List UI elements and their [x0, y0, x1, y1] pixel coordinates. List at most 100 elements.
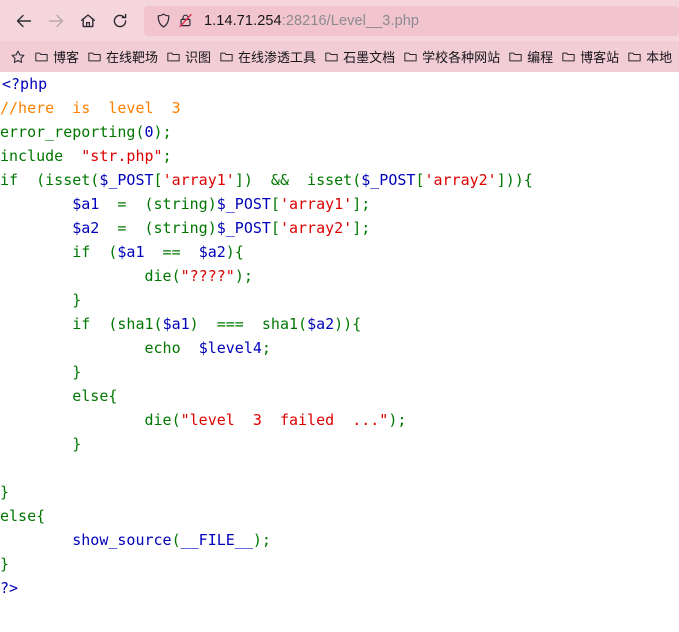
- source-token: }: [0, 291, 82, 309]
- source-token: $_POST: [361, 171, 416, 189]
- url-text: 1.14.71.254:28216/Level__3.php: [204, 13, 419, 29]
- source-token: 'array1': [162, 171, 235, 189]
- source-token: die(: [0, 267, 181, 285]
- source-token: $a1: [72, 195, 100, 213]
- source-token: ): [153, 123, 163, 141]
- source-token: "str.php": [72, 147, 163, 165]
- source-token: $level4: [198, 339, 262, 357]
- source-line: show_source(__FILE__);: [0, 531, 271, 549]
- back-arrow-icon: [15, 12, 33, 30]
- source-line: include "str.php";: [0, 147, 172, 165]
- source-token: if (sha1(: [0, 315, 163, 333]
- source-token: echo: [0, 339, 199, 357]
- source-line: $a1 = (string)$_POST['array1'];: [0, 195, 370, 213]
- source-token: ;: [261, 339, 271, 357]
- bookmark-label: 博客站: [580, 51, 620, 66]
- folder-icon: [87, 49, 102, 64]
- source-token: __FILE__: [180, 531, 253, 549]
- bookmark-item[interactable]: 在线靶场: [83, 45, 162, 69]
- source-token: die(: [0, 411, 181, 429]
- bookmark-item[interactable]: 学校各种网站: [399, 45, 504, 69]
- source-token: $_POST: [99, 171, 154, 189]
- source-token: include: [0, 147, 73, 165]
- source-line: }: [0, 435, 81, 453]
- source-token: (: [135, 123, 145, 141]
- source-token: 'array2': [424, 171, 497, 189]
- home-button[interactable]: [72, 5, 104, 37]
- source-token: $a2: [72, 219, 100, 237]
- source-line: error_reporting(0);: [0, 123, 172, 141]
- source-token: if (isset(: [0, 171, 100, 189]
- source-token: $a1: [117, 243, 145, 261]
- source-token: if (: [0, 243, 118, 261]
- bookmark-label: 博客: [53, 51, 80, 66]
- folder-icon: [508, 49, 523, 64]
- folder-icon: [627, 49, 642, 64]
- bookmark-item[interactable]: 博客: [30, 45, 83, 69]
- source-token: $_POST: [216, 195, 271, 213]
- folder-icon: [219, 49, 234, 64]
- back-button[interactable]: [8, 5, 40, 37]
- source-token: )){: [334, 315, 362, 333]
- source-token: [0, 195, 72, 213]
- folder-icon: [403, 49, 418, 64]
- source-token: );: [252, 531, 271, 549]
- bookmark-item[interactable]: 本地: [623, 45, 676, 69]
- source-token: else{: [0, 507, 46, 525]
- source-token: );: [388, 411, 407, 429]
- bookmark-label: 本地: [646, 51, 673, 66]
- source-token: }: [0, 483, 10, 501]
- php-source-listing: <?php //here is level 3 error_reporting(…: [0, 72, 533, 597]
- source-token: "????": [180, 267, 235, 285]
- source-token: 'array1': [279, 195, 353, 213]
- source-token: [: [270, 195, 280, 213]
- reload-button[interactable]: [104, 5, 136, 37]
- bookmark-item[interactable]: 识图: [162, 45, 215, 69]
- source-line: if ($a1 == $a2){: [0, 243, 244, 261]
- source-line: else{: [0, 387, 117, 405]
- source-token: ]) && isset(: [234, 171, 362, 189]
- source-token: $_POST: [216, 219, 271, 237]
- folder-icon: [34, 49, 49, 64]
- source-line: }: [0, 555, 9, 573]
- source-line: <?php: [2, 75, 47, 93]
- source-token: ;: [162, 147, 172, 165]
- source-line: if (sha1($a1) === sha1($a2)){: [0, 315, 361, 333]
- source-token: (: [171, 531, 181, 549]
- source-token: $a2: [198, 243, 226, 261]
- source-token: ?>: [0, 579, 19, 597]
- bookmark-item[interactable]: 博客站: [557, 45, 623, 69]
- bookmark-label: 在线靶场: [106, 51, 159, 66]
- source-line: if (isset($_POST['array1']) && isset($_P…: [0, 171, 533, 189]
- browser-chrome: 1.14.71.254:28216/Level__3.php 博客 在线靶场 识…: [0, 0, 679, 72]
- bookmark-item[interactable]: 编程: [504, 45, 557, 69]
- source-token: 0: [144, 123, 154, 141]
- bookmark-star-button[interactable]: [6, 45, 30, 69]
- bookmark-label: 在线渗透工具: [238, 51, 317, 66]
- source-token: $a1: [162, 315, 190, 333]
- source-line: echo $level4;: [0, 339, 271, 357]
- shield-icon[interactable]: [152, 10, 174, 32]
- bookmark-item[interactable]: 在线渗透工具: [215, 45, 320, 69]
- home-icon: [79, 12, 97, 30]
- forward-button[interactable]: [40, 5, 72, 37]
- url-bar[interactable]: 1.14.71.254:28216/Level__3.php: [144, 5, 679, 36]
- source-token: }: [0, 435, 82, 453]
- source-token: //here is level 3: [0, 99, 181, 117]
- source-token: }: [0, 555, 10, 573]
- source-token: ;: [162, 123, 172, 141]
- bookmark-label: 编程: [527, 51, 554, 66]
- source-token: ) === sha1(: [189, 315, 308, 333]
- source-token: = (string): [99, 219, 217, 237]
- bookmark-label: 石墨文档: [343, 51, 396, 66]
- source-token: error_reporting: [0, 123, 136, 141]
- bookmark-label: 学校各种网站: [422, 51, 501, 66]
- source-token: );: [234, 267, 253, 285]
- source-line: die("????");: [0, 267, 253, 285]
- folder-icon: [166, 49, 181, 64]
- lock-crossed-icon[interactable]: [174, 10, 196, 32]
- bookmark-item[interactable]: 石墨文档: [320, 45, 399, 69]
- source-token: else{: [0, 387, 118, 405]
- source-line: die("level 3 failed ...");: [0, 411, 406, 429]
- source-token: ];: [352, 195, 371, 213]
